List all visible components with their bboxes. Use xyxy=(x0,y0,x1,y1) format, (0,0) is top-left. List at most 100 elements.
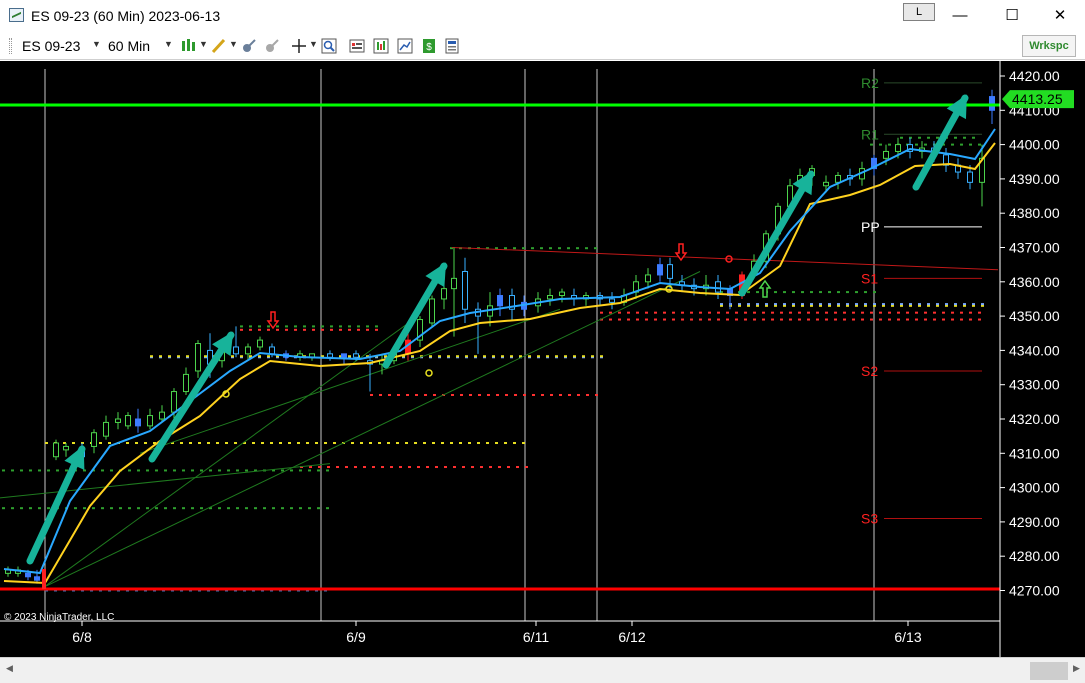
pivot-label-r1: R1 xyxy=(861,126,879,142)
level-marker xyxy=(451,393,454,396)
level-marker xyxy=(681,318,684,321)
candle-body xyxy=(159,411,165,420)
crosshair-dropdown-icon[interactable]: ▼ xyxy=(309,39,318,49)
level-marker xyxy=(780,318,783,321)
level-marker xyxy=(523,393,526,396)
level-marker xyxy=(900,136,903,139)
level-marker xyxy=(555,355,558,358)
level-marker xyxy=(252,442,255,445)
data-series-icon[interactable] xyxy=(396,37,414,55)
level-marker xyxy=(960,318,963,321)
slow-ema-line xyxy=(3,142,996,585)
crosshair-icon[interactable] xyxy=(290,37,308,55)
level-marker xyxy=(290,469,293,472)
interval-dropdown-icon[interactable]: ▼ xyxy=(164,39,173,49)
level-marker xyxy=(936,303,939,306)
link-button[interactable]: L xyxy=(903,3,935,21)
scroll-left-icon[interactable]: ◀ xyxy=(6,663,13,674)
chart-app-icon xyxy=(9,8,24,22)
level-marker xyxy=(204,355,207,358)
templates-icon[interactable] xyxy=(443,37,461,55)
scroll-right-icon[interactable]: ▶ xyxy=(1073,663,1080,674)
level-marker xyxy=(317,507,320,510)
level-marker xyxy=(354,466,357,469)
price-axis-label: 4300.00 xyxy=(1009,480,1060,496)
chart-style-icon[interactable] xyxy=(372,37,390,55)
level-marker xyxy=(927,303,930,306)
bar-type-icon[interactable] xyxy=(180,37,198,55)
instrument-dropdown-icon[interactable]: ▼ xyxy=(92,39,101,49)
level-marker xyxy=(501,355,504,358)
level-marker xyxy=(270,442,273,445)
drawing-dropdown-icon[interactable]: ▼ xyxy=(229,39,238,49)
level-marker xyxy=(444,466,447,469)
level-marker xyxy=(717,318,720,321)
level-marker xyxy=(74,507,77,510)
level-marker xyxy=(303,328,306,331)
level-marker xyxy=(47,469,50,472)
level-marker xyxy=(828,304,831,307)
indicators-icon[interactable] xyxy=(240,37,258,55)
level-marker xyxy=(417,466,420,469)
level-marker xyxy=(486,442,489,445)
toolbar-grip[interactable] xyxy=(9,38,12,54)
level-marker xyxy=(852,311,855,314)
candle-body xyxy=(451,277,457,290)
level-marker xyxy=(513,247,516,250)
price-chart[interactable]: R2R1PPS1S2S3 4420.004410.004400.004390.0… xyxy=(0,61,1085,657)
level-marker xyxy=(873,291,876,294)
level-marker xyxy=(469,393,472,396)
horizontal-scrollbar[interactable]: ◀ ▶ xyxy=(0,657,1085,683)
candle-body xyxy=(103,421,109,437)
scrollbar-thumb[interactable] xyxy=(1030,662,1068,680)
price-chart-panel[interactable]: R2 R1 PP S1 S2 S3 4420.00 4410.00 4400.00 4390.0… xyxy=(0,61,1085,657)
level-marker xyxy=(516,466,519,469)
level-marker xyxy=(888,143,891,146)
level-marker xyxy=(846,303,849,306)
instrument-selector[interactable]: ES 09-23 xyxy=(22,38,80,54)
level-marker xyxy=(480,466,483,469)
level-marker xyxy=(435,466,438,469)
level-marker xyxy=(963,304,966,307)
candle-body xyxy=(171,391,177,413)
drawing-tool-icon[interactable] xyxy=(210,37,228,55)
workspace-button[interactable]: Wrkspc xyxy=(1022,35,1076,57)
level-marker xyxy=(101,507,104,510)
level-marker xyxy=(11,507,14,510)
level-marker xyxy=(591,355,594,358)
level-marker xyxy=(505,393,508,396)
level-marker xyxy=(318,466,321,469)
level-marker xyxy=(960,311,963,314)
level-marker xyxy=(627,311,630,314)
bar-type-dropdown-icon[interactable]: ▼ xyxy=(199,39,208,49)
level-marker xyxy=(388,393,391,396)
minimize-button[interactable]: — xyxy=(937,2,983,30)
level-marker xyxy=(924,143,927,146)
candle-body xyxy=(269,346,275,355)
chart-trader-icon[interactable]: $ xyxy=(420,37,438,55)
level-marker xyxy=(978,311,981,314)
close-button[interactable]: ✕ xyxy=(1037,2,1083,30)
level-marker xyxy=(366,325,369,328)
zoom-icon[interactable] xyxy=(320,37,338,55)
level-marker xyxy=(942,311,945,314)
level-marker xyxy=(2,469,5,472)
level-marker xyxy=(756,303,759,306)
level-marker xyxy=(424,393,427,396)
level-marker xyxy=(528,355,531,358)
level-marker xyxy=(618,318,621,321)
candle-body xyxy=(441,288,447,300)
candlestick-bars xyxy=(5,89,995,584)
level-marker xyxy=(471,466,474,469)
level-marker xyxy=(645,318,648,321)
properties-icon[interactable] xyxy=(348,37,366,55)
strategies-icon[interactable] xyxy=(263,37,281,55)
level-marker xyxy=(954,303,957,306)
trend-arrows xyxy=(26,94,969,565)
level-marker xyxy=(173,469,176,472)
maximize-button[interactable]: ☐ xyxy=(989,2,1035,30)
level-marker xyxy=(150,355,153,358)
level-marker xyxy=(927,304,930,307)
interval-selector[interactable]: 60 Min xyxy=(108,38,150,54)
level-marker xyxy=(819,303,822,306)
